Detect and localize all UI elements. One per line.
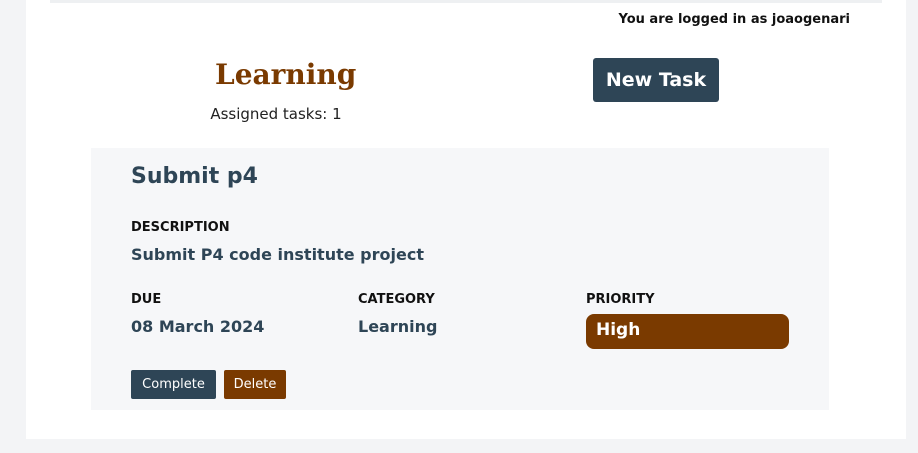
new-task-button[interactable]: New Task	[593, 58, 719, 102]
navbar-bottom-edge	[50, 0, 882, 3]
priority-badge: High	[586, 314, 789, 349]
page-container: You are logged in as joaogenari Learning…	[26, 0, 906, 439]
priority-label: PRIORITY	[586, 292, 655, 307]
description-label: DESCRIPTION	[131, 220, 230, 235]
login-status: You are logged in as joaogenari	[618, 12, 851, 27]
delete-button[interactable]: Delete	[224, 370, 286, 399]
due-value: 08 March 2024	[131, 317, 265, 336]
category-value: Learning	[358, 317, 438, 336]
due-label: DUE	[131, 292, 162, 307]
complete-button[interactable]: Complete	[131, 370, 216, 399]
task-card: Submit p4 DESCRIPTION Submit P4 code ins…	[91, 148, 829, 410]
category-label: CATEGORY	[358, 292, 435, 307]
category-title: Learning	[215, 58, 357, 91]
task-title: Submit p4	[131, 164, 258, 189]
assigned-tasks-count: Assigned tasks: 1	[210, 105, 342, 123]
description-value: Submit P4 code institute project	[131, 245, 424, 264]
